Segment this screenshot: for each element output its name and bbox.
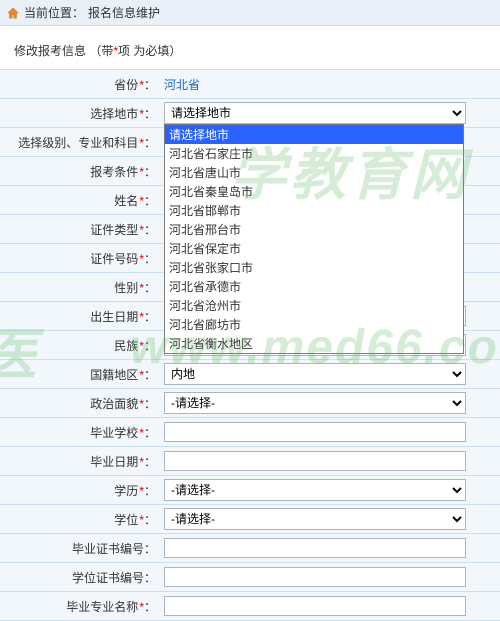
city-option[interactable]: 河北省保定市 xyxy=(165,239,463,258)
gender-label: 性别 xyxy=(114,281,138,295)
breadcrumb-page: 报名信息维护 xyxy=(88,4,160,21)
city-option[interactable]: 河北省邯郸市 xyxy=(165,201,463,220)
exam-condition-label: 报考条件 xyxy=(90,165,138,179)
city-label: 选择地市 xyxy=(90,107,138,121)
level-subject-label: 选择级别、专业和科目 xyxy=(18,136,138,150)
city-option[interactable]: 河北省廊坊市 xyxy=(165,315,463,334)
city-option[interactable]: 河北省承德市 xyxy=(165,277,463,296)
politics-select[interactable]: -请选择- xyxy=(164,392,466,414)
degree-select[interactable]: -请选择- xyxy=(164,508,466,530)
city-option[interactable]: 河北省张家口市 xyxy=(165,258,463,277)
section-title: 修改报考信息 （带*项 为必填） xyxy=(0,26,500,69)
province-value: 河北省 xyxy=(164,73,200,96)
gradcert-input[interactable] xyxy=(164,538,466,558)
form-table: 省份*： 河北省 选择地市*： 请选择地市 请选择地市河北省石家庄市河北省唐山市… xyxy=(0,69,500,621)
city-option[interactable]: 河北省沧州市 xyxy=(165,296,463,315)
breadcrumb: 当前位置： 报名信息维护 xyxy=(0,0,500,26)
graddate-label: 毕业日期 xyxy=(90,455,138,469)
city-option[interactable]: 河北省衡水地区 xyxy=(165,334,463,353)
degreecert-input[interactable] xyxy=(164,567,466,587)
education-select[interactable]: -请选择- xyxy=(164,479,466,501)
gradmajor-label: 毕业专业名称 xyxy=(66,600,138,614)
education-label: 学历 xyxy=(114,484,138,498)
school-input[interactable] xyxy=(164,422,466,442)
home-icon xyxy=(6,6,20,20)
gradmajor-input[interactable] xyxy=(164,596,466,616)
name-label: 姓名 xyxy=(114,194,138,208)
city-option[interactable]: 请选择地市 xyxy=(165,125,463,144)
breadcrumb-label: 当前位置： xyxy=(24,4,84,21)
politics-label: 政治面貌 xyxy=(90,397,138,411)
graddate-input[interactable] xyxy=(164,451,466,471)
city-dropdown[interactable]: 请选择地市河北省石家庄市河北省唐山市河北省秦皇岛市河北省邯郸市河北省邢台市河北省… xyxy=(164,124,464,354)
degreecert-label: 学位证书编号： xyxy=(72,571,156,585)
city-option[interactable]: 河北省唐山市 xyxy=(165,163,463,182)
idtype-label: 证件类型 xyxy=(90,223,138,237)
gradcert-label: 毕业证书编号： xyxy=(72,542,156,556)
city-select[interactable]: 请选择地市 xyxy=(164,102,466,124)
nationality-select[interactable]: 内地 xyxy=(164,363,466,385)
ethnic-label: 民族 xyxy=(114,339,138,353)
city-option[interactable]: 河北省秦皇岛市 xyxy=(165,182,463,201)
city-option[interactable]: 河北省邢台市 xyxy=(165,220,463,239)
birth-label: 出生日期 xyxy=(90,310,138,324)
province-label: 省份 xyxy=(114,78,138,92)
city-option[interactable]: 河北省石家庄市 xyxy=(165,144,463,163)
idnum-label: 证件号码 xyxy=(90,252,138,266)
school-label: 毕业学校 xyxy=(90,426,138,440)
nationality-label: 国籍地区 xyxy=(90,368,138,382)
degree-label: 学位 xyxy=(114,513,138,527)
